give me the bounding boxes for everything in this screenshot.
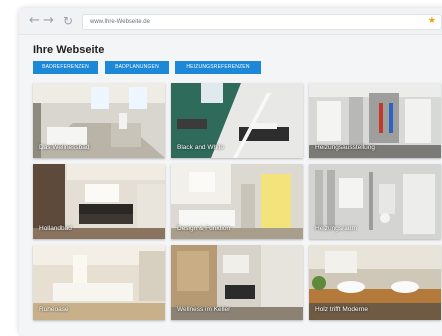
gallery-tile-hollandbad[interactable]: Hollandbad xyxy=(33,164,165,239)
gallery-tile-ruheoase[interactable]: Ruheoase xyxy=(33,245,165,320)
heizungsreferenzen-button[interactable]: HEIZUNGSREFERENZEN xyxy=(175,61,261,74)
gallery-tile-design-funktion[interactable]: Design & Funktion xyxy=(171,164,303,239)
gallery-tile-heizungsausstellung[interactable]: Heizungsausstellung xyxy=(309,83,441,158)
gallery-tile-wellness-keller[interactable]: Wellness im Keller xyxy=(171,245,303,320)
gallery-caption: Holz trifft Moderne xyxy=(315,306,368,313)
address-bar[interactable]: www.Ihre-Webseite.de ★ xyxy=(82,14,442,30)
gallery-caption: Das Wellnessbad xyxy=(39,144,90,151)
bookmark-star-icon[interactable]: ★ xyxy=(428,15,436,28)
gallery-tile-black-white[interactable]: Black and White xyxy=(171,83,303,158)
gallery-tile-heizungsraum[interactable]: Heizungsraum xyxy=(309,164,441,239)
browser-toolbar: ← → ↻ www.Ihre-Webseite.de ★ xyxy=(19,8,442,35)
gallery-caption: Black and White xyxy=(177,144,224,151)
browser-window: ← → ↻ www.Ihre-Webseite.de ★ Ihre Websei… xyxy=(19,8,442,336)
web-page: Ihre Webseite BADREFERENZEN BADPLANUNGEN… xyxy=(19,35,442,336)
gallery-caption: Heizungsausstellung xyxy=(315,144,375,151)
forward-arrow-icon[interactable]: → xyxy=(43,13,54,29)
gallery-caption: Design & Funktion xyxy=(177,225,231,232)
badplanungen-button[interactable]: BADPLANUNGEN xyxy=(105,61,169,74)
back-arrow-icon[interactable]: ← xyxy=(29,13,40,29)
page-title: Ihre Webseite xyxy=(33,44,105,56)
gallery-caption: Heizungsraum xyxy=(315,225,357,232)
badreferenzen-button[interactable]: BADREFERENZEN xyxy=(33,61,98,74)
gallery-caption: Wellness im Keller xyxy=(177,306,231,313)
reload-icon[interactable]: ↻ xyxy=(63,13,73,29)
gallery-tile-holz-moderne[interactable]: Holz trifft Moderne xyxy=(309,245,441,320)
gallery-tile-wellnessbad[interactable]: Das Wellnessbad xyxy=(33,83,165,158)
gallery-caption: Ruheoase xyxy=(39,306,69,313)
url-text: www.Ihre-Webseite.de xyxy=(90,19,150,25)
gallery-caption: Hollandbad xyxy=(39,225,72,232)
